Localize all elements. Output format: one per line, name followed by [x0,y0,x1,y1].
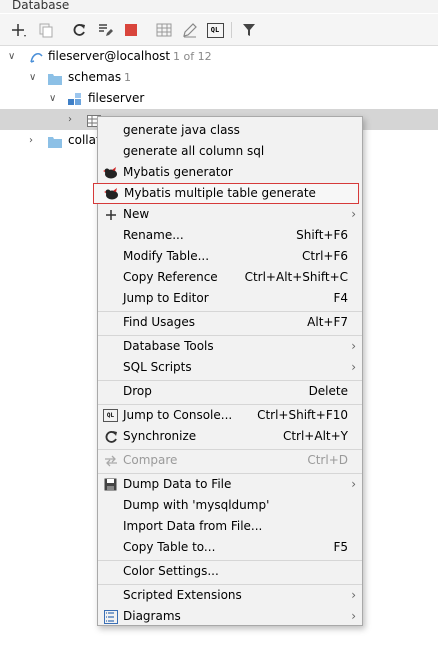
datasource-count: 1 of 12 [173,50,212,63]
menu-item-jump-to-console[interactable]: QL Jump to Console... Ctrl+Shift+F10 [98,405,362,426]
filter-icon[interactable] [240,21,258,39]
schemas-label: schemas [68,70,122,84]
menu-item-synchronize[interactable]: Synchronize Ctrl+Alt+Y [98,426,362,447]
menu-item-diagrams[interactable]: Diagrams › [98,606,362,627]
menu-item-color-settings[interactable]: Color Settings... [98,561,362,582]
plus-icon [103,207,118,222]
menu-item-copy-reference[interactable]: Copy Reference Ctrl+Alt+Shift+C [98,267,362,288]
tree-node-schemas[interactable]: ∨ schemas 1 [0,67,438,88]
submenu-arrow-icon: › [351,207,356,221]
schema-icon [68,92,82,105]
toolbar-separator [231,22,232,38]
query-console-icon[interactable]: QL [206,21,224,39]
submenu-arrow-icon: › [351,360,356,374]
console-icon: QL [103,408,118,423]
menu-item-dump-with-mysqldump[interactable]: Dump with 'mysqldump' [98,495,362,516]
submenu-arrow-icon: › [351,339,356,353]
add-icon[interactable] [10,21,28,39]
mybatis-bird-icon [103,165,118,180]
menu-item-generate-java-class[interactable]: generate java class [98,120,362,141]
collations-label: collat [68,133,101,147]
diagram-icon [103,609,118,624]
folder-icon [48,134,62,148]
menu-item-mybatis-generator[interactable]: Mybatis generator [98,162,362,183]
menu-item-copy-table-to[interactable]: Copy Table to... F5 [98,537,362,558]
table-view-icon[interactable] [155,21,173,39]
menu-item-jump-to-editor[interactable]: Jump to Editor F4 [98,288,362,309]
menu-item-mybatis-multiple-table-generate[interactable]: Mybatis multiple table generate [93,183,359,204]
submenu-arrow-icon: › [351,588,356,602]
context-menu: generate java class generate all column … [93,116,363,627]
save-icon [103,477,118,492]
menu-item-sql-scripts[interactable]: SQL Scripts › [98,357,362,378]
schemas-count: 1 [124,71,131,84]
expand-arrow-icon[interactable]: › [68,109,72,130]
submenu-arrow-icon: › [351,609,356,623]
expand-arrow-icon[interactable]: ∨ [29,67,36,88]
menu-item-compare[interactable]: Compare Ctrl+D [98,450,362,471]
submenu-arrow-icon: › [351,477,356,491]
mybatis-bird-icon [104,186,119,201]
menu-item-import-data-from-file[interactable]: Import Data from File... [98,516,362,537]
menu-item-generate-all-column-sql[interactable]: generate all column sql [98,141,362,162]
folder-icon [48,71,62,85]
toolbar: QL [0,14,438,46]
expand-arrow-icon[interactable]: › [29,130,33,151]
menu-item-new[interactable]: New › [98,204,362,225]
stop-icon[interactable] [122,21,140,39]
edit-icon[interactable] [181,21,199,39]
menu-item-find-usages[interactable]: Find Usages Alt+F7 [98,312,362,333]
refresh-icon[interactable] [70,21,88,39]
expand-arrow-icon[interactable]: ∨ [8,46,15,67]
schema-label: fileserver [88,91,145,105]
sync-icon [103,429,118,444]
duplicate-icon[interactable] [37,21,55,39]
tree-node-datasource[interactable]: ∨ fileserver@localhost 1 of 12 [0,46,438,67]
expand-arrow-icon[interactable]: ∨ [49,88,56,109]
datasource-icon [28,50,43,63]
sql-edit-icon[interactable] [96,21,114,39]
menu-item-scripted-extensions[interactable]: Scripted Extensions › [98,585,362,606]
menu-item-drop[interactable]: Drop Delete [98,381,362,402]
menu-item-rename[interactable]: Rename... Shift+F6 [98,225,362,246]
tree-node-schema[interactable]: ∨ fileserver [0,88,438,109]
menu-item-dump-data-to-file[interactable]: Dump Data to File › [98,474,362,495]
window-title: Database [0,0,438,13]
compare-icon [103,453,118,468]
menu-item-database-tools[interactable]: Database Tools › [98,336,362,357]
menu-item-modify-table[interactable]: Modify Table... Ctrl+F6 [98,246,362,267]
datasource-label: fileserver@localhost [48,49,171,63]
